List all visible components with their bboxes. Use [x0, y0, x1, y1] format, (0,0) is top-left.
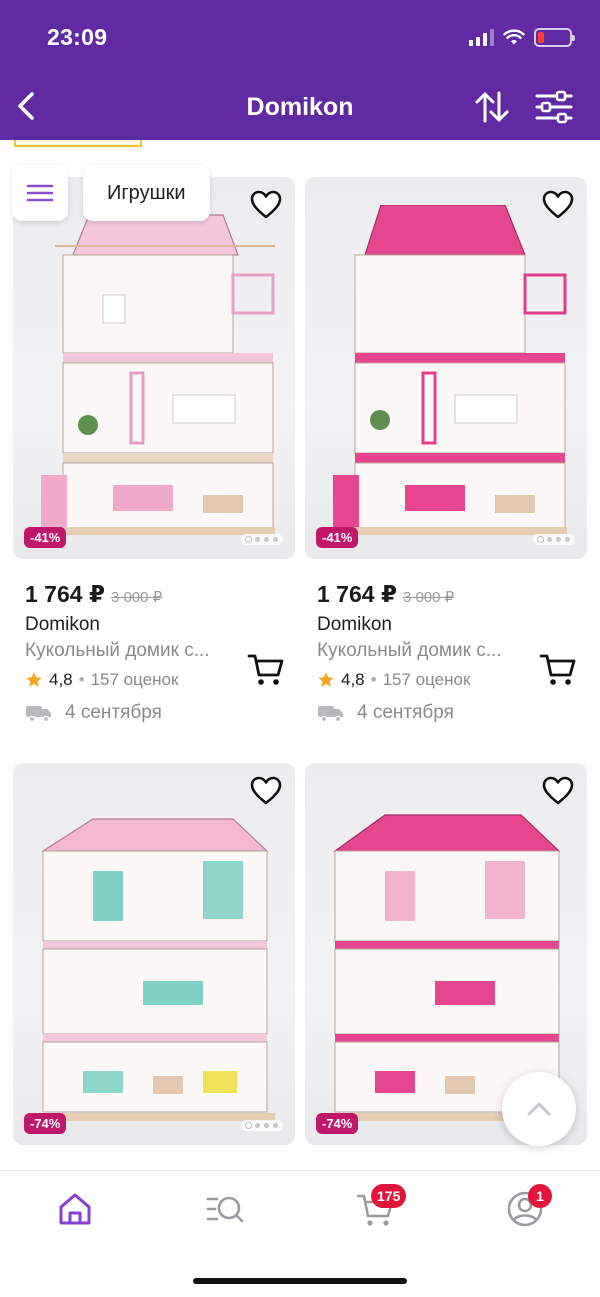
product-price: 1 764 ₽ [25, 581, 105, 607]
image-pager-dots [241, 1120, 283, 1131]
status-time: 23:09 [47, 24, 108, 50]
home-icon[interactable] [55, 1189, 95, 1229]
dollhouse-image [325, 814, 567, 1121]
favorite-heart-icon[interactable] [249, 775, 283, 807]
product-old-price: 3 000 ₽ [110, 589, 163, 606]
profile-notification-badge: 1 [528, 1184, 552, 1208]
star-icon [318, 672, 334, 687]
catalog-search-icon[interactable] [205, 1189, 245, 1229]
hamburger-icon [26, 184, 54, 202]
delivery-truck-icon [318, 706, 343, 723]
product-image[interactable]: -74% [13, 763, 295, 1145]
chevron-up-icon [527, 1102, 551, 1116]
signal-icon [469, 29, 494, 46]
product-rating: 4,8 [49, 670, 73, 689]
rating-separator: • [370, 670, 377, 689]
product-brand: Domikon [317, 614, 392, 635]
cart-count-badge: 175 [371, 1184, 407, 1208]
delivery-truck-icon [26, 706, 51, 723]
product-reviews: 157 оценок [382, 670, 471, 689]
dollhouse-image [41, 214, 275, 535]
status-icons [469, 28, 575, 47]
sort-arrows-icon[interactable] [472, 88, 512, 126]
product-price: 1 764 ₽ [317, 581, 397, 607]
product-reviews: 157 оценок [90, 670, 179, 689]
battery-icon [534, 28, 575, 47]
favorite-heart-icon[interactable] [541, 775, 575, 807]
discount-badge: -41% [316, 527, 359, 548]
add-to-cart-icon[interactable] [247, 652, 285, 688]
scroll-to-top-button[interactable] [502, 1072, 576, 1146]
product-grid: -41% 1 764 ₽ 3 000 ₽ Domikon Кукольный д… [0, 140, 600, 1170]
product-image[interactable]: -41% [305, 177, 587, 559]
favorite-heart-icon[interactable] [249, 189, 283, 221]
promo-banner-edge [14, 140, 142, 147]
delivery-date: 4 сентября [65, 702, 162, 723]
home-indicator [193, 1278, 407, 1284]
favorite-heart-icon[interactable] [541, 189, 575, 221]
product-brand: Domikon [25, 614, 100, 635]
dollhouse-image [333, 205, 567, 535]
discount-badge: -74% [24, 1113, 67, 1134]
wifi-icon [503, 29, 525, 45]
add-to-cart-icon[interactable] [539, 652, 577, 688]
product-image[interactable]: -41% [13, 177, 295, 559]
image-pager-dots [241, 534, 283, 545]
product-title[interactable]: Кукольный домик с... [13, 640, 233, 662]
image-pager-dots [533, 534, 575, 545]
discount-badge: -74% [316, 1113, 359, 1134]
category-menu-button[interactable] [12, 165, 68, 221]
product-old-price: 3 000 ₽ [402, 589, 455, 606]
rating-separator: • [78, 670, 85, 689]
sliders-icon[interactable] [534, 88, 574, 126]
app-header: 23:09 Domikon [0, 0, 600, 140]
product-title[interactable]: Кукольный домик с... [305, 640, 525, 662]
product-card[interactable]: -41% 1 764 ₽ 3 000 ₽ Domikon Кукольный д… [305, 177, 587, 724]
product-card[interactable]: -74% [13, 763, 295, 1145]
product-card[interactable]: -41% 1 764 ₽ 3 000 ₽ Domikon Кукольный д… [13, 177, 295, 724]
star-icon [26, 672, 42, 687]
delivery-date: 4 сентября [357, 702, 454, 723]
category-chip[interactable]: Игрушки [83, 165, 210, 221]
dollhouse-image [33, 818, 275, 1121]
product-rating: 4,8 [341, 670, 365, 689]
discount-badge: -41% [24, 527, 67, 548]
